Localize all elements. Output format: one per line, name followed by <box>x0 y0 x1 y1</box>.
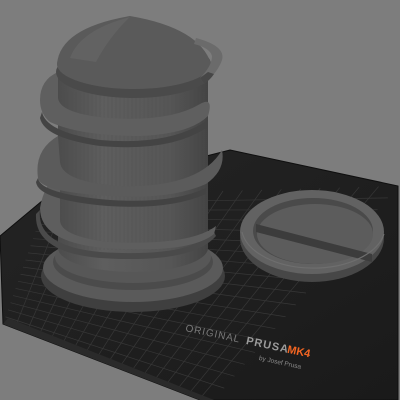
3d-viewport[interactable]: ORIGINAL PRUSA MK4 by Josef Prusa <box>0 0 400 400</box>
lid-object[interactable] <box>240 190 385 282</box>
container-object[interactable] <box>35 16 225 312</box>
